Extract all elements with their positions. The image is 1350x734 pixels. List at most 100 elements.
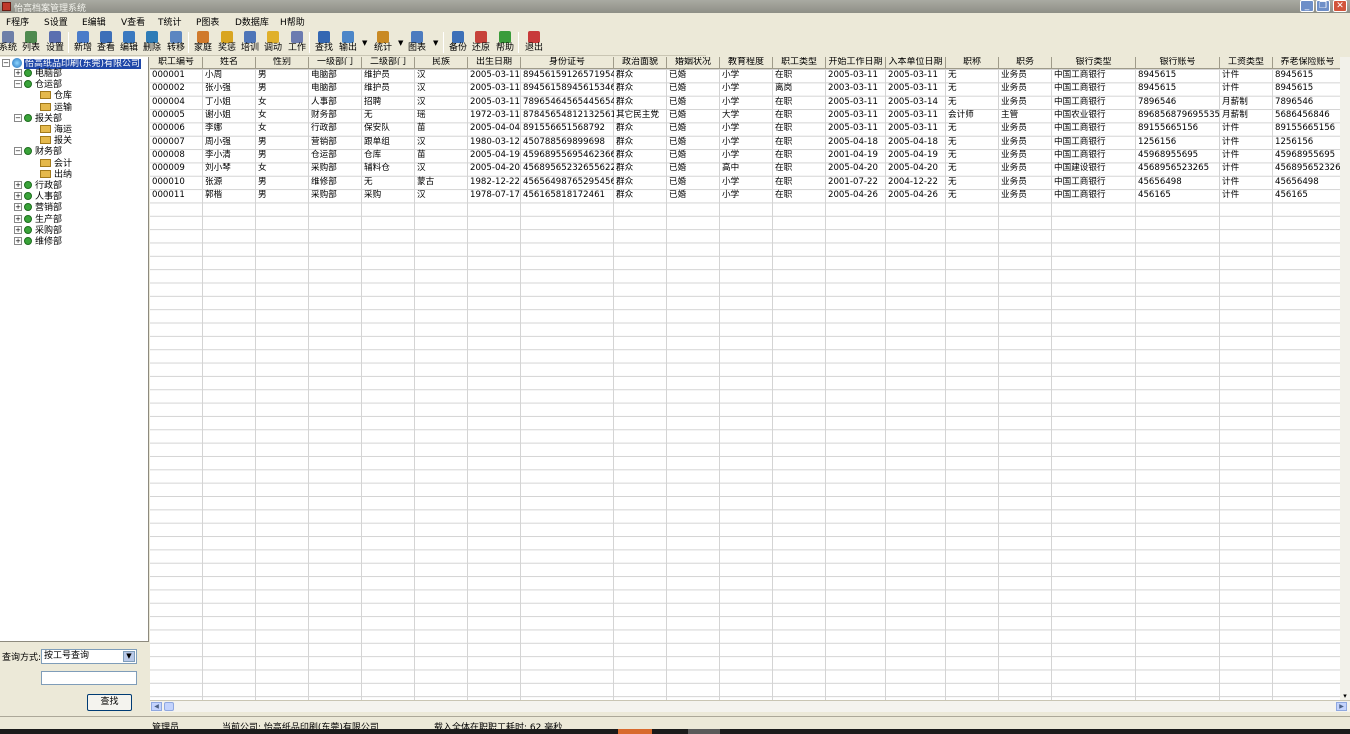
column-header[interactable]: 银行账号 xyxy=(1136,57,1220,69)
toolbar-transfer-button[interactable]: 转移 xyxy=(164,30,188,55)
query-mode-select[interactable]: 按工号查询 ▼ xyxy=(41,649,137,664)
menu-item[interactable]: V查看 xyxy=(121,15,145,28)
tree-node[interactable]: − 报关部 xyxy=(14,113,62,125)
tree-node[interactable]: + 生产部 xyxy=(14,214,62,226)
collapse-icon[interactable]: − xyxy=(14,113,22,122)
toolbar-chart-button[interactable]: 图表 xyxy=(405,30,429,55)
close-button[interactable]: ✕ xyxy=(1333,0,1347,12)
query-input[interactable] xyxy=(41,671,137,685)
column-header[interactable]: 职称 xyxy=(946,57,999,69)
horizontal-scrollbar[interactable]: ◀ ▶ xyxy=(150,700,1350,712)
taskbar-item[interactable] xyxy=(618,729,652,734)
expand-icon[interactable]: + xyxy=(14,203,22,212)
expand-icon[interactable]: + xyxy=(14,69,22,77)
menu-item[interactable]: T统计 xyxy=(158,15,182,28)
column-header[interactable]: 入本单位日期 xyxy=(886,57,946,69)
tree-node[interactable]: 报关 xyxy=(40,136,72,147)
toolbar-settings-button[interactable]: 设置 xyxy=(43,30,67,55)
expand-icon[interactable]: + xyxy=(14,214,22,223)
column-header[interactable]: 民族 xyxy=(415,57,468,69)
column-header[interactable]: 开始工作日期 xyxy=(826,57,886,69)
menu-item[interactable]: D数据库 xyxy=(235,15,269,28)
collapse-icon[interactable]: − xyxy=(14,147,22,156)
grid-body[interactable]: 000001 小周男电脑部 维护员汉 2005-03-11 89456159126571… xyxy=(150,69,1350,700)
menu-item[interactable]: E编辑 xyxy=(82,15,106,28)
menu-item[interactable]: F程序 xyxy=(6,15,29,28)
tree-node[interactable]: + 人事部 xyxy=(14,192,62,203)
expand-icon[interactable]: + xyxy=(14,181,22,189)
table-cell: 高中 xyxy=(722,163,740,174)
table-cell: 男 xyxy=(258,83,267,94)
dropdown-arrow-icon[interactable]: ▼ xyxy=(433,39,438,47)
scroll-right-icon[interactable]: ▶ xyxy=(1336,702,1347,711)
tree-node[interactable]: + 电脑部 xyxy=(14,69,62,80)
table-cell: 苗 xyxy=(417,150,426,161)
find-button[interactable]: 查找 xyxy=(87,694,132,711)
toolbar-help-button[interactable]: 帮助 xyxy=(493,30,517,55)
restore-icon xyxy=(475,31,487,43)
column-header[interactable]: 性别 xyxy=(256,57,309,69)
tree-node[interactable]: + 维修部 xyxy=(14,237,62,248)
tree-node[interactable]: − 仓运部 xyxy=(14,80,62,91)
taskbar-item[interactable] xyxy=(688,729,720,734)
toolbar-exit-button[interactable]: 退出 xyxy=(522,30,546,55)
column-header[interactable]: 职工类型 xyxy=(773,57,826,69)
toolbar-separator xyxy=(188,32,189,53)
tree-root[interactable]: − 怡高纸品印刷(东莞)有限公司 xyxy=(2,58,142,69)
column-header[interactable]: 银行类型 xyxy=(1052,57,1136,69)
expand-icon[interactable]: + xyxy=(14,237,22,245)
tree-node[interactable]: 出纳 xyxy=(40,169,72,181)
column-header[interactable]: 政治面貌 xyxy=(614,57,667,69)
vertical-scrollbar[interactable]: ▾ xyxy=(1340,57,1350,700)
department-tree[interactable]: − 怡高纸品印刷(东莞)有限公司 + 电脑部 − 仓运部 仓库 运输 − 报关部 海运 报关 − 财务部会… xyxy=(0,57,149,641)
employee-grid[interactable]: 职工编号 姓名 性别 一级部门 二级部门 民族 出生日期 身份证号 政治面貌 婚姻状况 教育程度 职工… xyxy=(150,57,1350,700)
menu-item[interactable]: S设置 xyxy=(44,15,68,28)
add-icon xyxy=(77,31,89,43)
tree-node[interactable]: 会计 xyxy=(40,158,72,170)
tree-node-label: 电脑部 xyxy=(35,69,63,79)
column-header[interactable]: 教育程度 xyxy=(720,57,773,69)
collapse-icon[interactable]: − xyxy=(14,80,22,89)
chevron-down-icon[interactable]: ▼ xyxy=(123,651,135,662)
column-header[interactable]: 二级部门 xyxy=(362,57,415,69)
dropdown-arrow-icon[interactable]: ▼ xyxy=(362,39,367,47)
tree-node[interactable]: 运输 xyxy=(40,102,72,114)
column-header[interactable]: 职工编号 xyxy=(150,57,203,69)
expand-icon[interactable]: + xyxy=(14,192,22,201)
column-header[interactable]: 一级部门 xyxy=(309,57,362,69)
table-cell: 2005-04-20 xyxy=(470,163,520,174)
tree-node[interactable]: − 财务部 xyxy=(14,147,62,158)
menu-item[interactable]: P图表 xyxy=(196,15,219,28)
table-cell: 瑶 xyxy=(417,110,426,121)
column-header[interactable]: 职务 xyxy=(999,57,1052,69)
table-cell: 女 xyxy=(258,96,267,107)
column-header[interactable]: 婚姻状况 xyxy=(667,57,720,69)
expand-icon[interactable]: + xyxy=(14,225,22,234)
toolbar-export-button[interactable]: 输出 xyxy=(336,30,360,55)
scroll-thumb[interactable] xyxy=(164,702,174,711)
tree-node[interactable]: + 行政部 xyxy=(14,181,62,192)
dropdown-arrow-icon[interactable]: ▼ xyxy=(398,39,403,47)
tree-node[interactable]: + 营销部 xyxy=(14,203,62,214)
menu-item[interactable]: H帮助 xyxy=(280,15,305,28)
column-header[interactable]: 工资类型 xyxy=(1220,57,1273,69)
minimize-button[interactable]: _ xyxy=(1300,0,1314,12)
column-header[interactable]: 身份证号 xyxy=(521,57,614,69)
scroll-down-icon[interactable]: ▾ xyxy=(1340,692,1350,700)
restore-button[interactable]: ❐ xyxy=(1316,0,1330,12)
column-header[interactable]: 姓名 xyxy=(203,57,256,69)
toolbar-label: 帮助 xyxy=(495,43,514,53)
tree-node[interactable]: 仓库 xyxy=(40,91,72,102)
table-cell: 业务员 xyxy=(1001,96,1027,107)
column-header[interactable]: 出生日期 xyxy=(468,57,521,69)
tree-node[interactable]: 海运 xyxy=(40,125,72,136)
collapse-icon[interactable]: − xyxy=(2,59,10,67)
tree-node-label: 财务部 xyxy=(35,147,63,158)
column-header[interactable]: 养老保险账号 xyxy=(1273,57,1343,69)
table-cell: 2005-03-11 xyxy=(888,123,938,134)
tree-node[interactable]: + 采购部 xyxy=(14,225,62,237)
toolbar-work-button[interactable]: 工作 xyxy=(285,30,309,55)
toolbar-stats-button[interactable]: 统计 xyxy=(371,30,395,55)
scroll-left-icon[interactable]: ◀ xyxy=(151,702,162,711)
table-cell: 男 xyxy=(258,70,267,80)
